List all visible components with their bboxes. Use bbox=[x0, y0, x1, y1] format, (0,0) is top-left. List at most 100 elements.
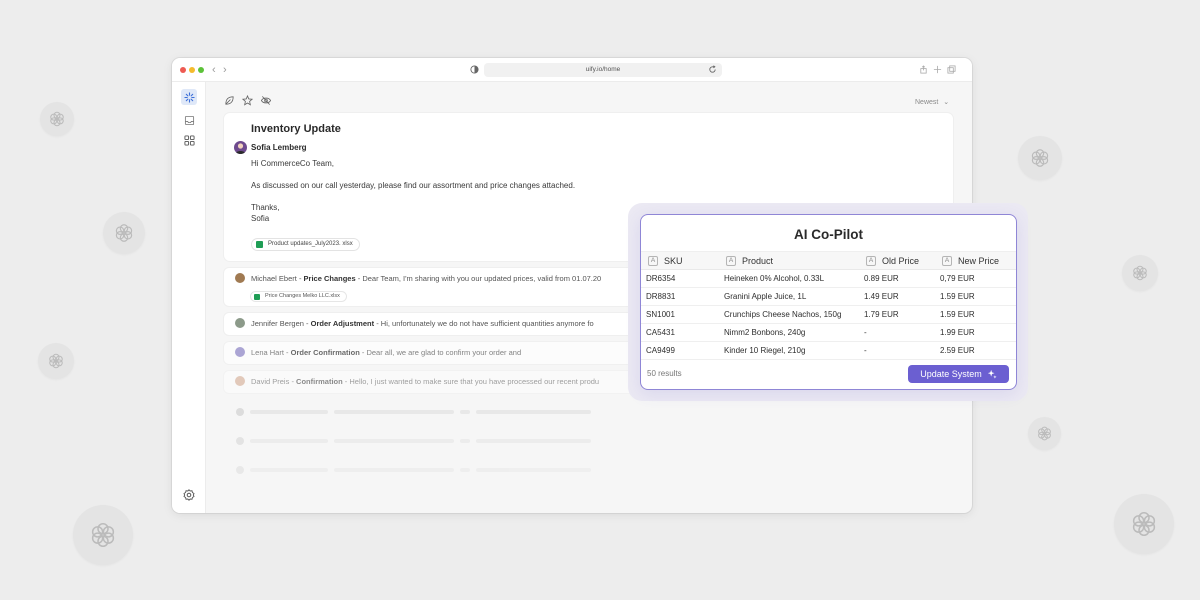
column-header-product[interactable]: A Product bbox=[726, 256, 773, 266]
email-preview: Jennifer Bergen - Order Adjustment - Hi,… bbox=[251, 319, 594, 328]
loading-placeholder-row bbox=[234, 408, 634, 416]
address-bar[interactable]: uify.io/home bbox=[484, 63, 722, 77]
sparkles-icon bbox=[987, 369, 997, 379]
email-subject: Inventory Update bbox=[251, 123, 341, 135]
email-signature: Sofia bbox=[251, 214, 270, 223]
text-column-icon: A bbox=[942, 256, 952, 266]
star-icon[interactable] bbox=[242, 95, 253, 106]
swirl-logo-icon bbox=[115, 224, 133, 242]
inbox-icon bbox=[184, 115, 194, 125]
cell-sku: CA9499 bbox=[646, 346, 675, 355]
sidebar-item-apps[interactable] bbox=[181, 132, 197, 148]
close-window-dot[interactable] bbox=[180, 67, 186, 73]
cell-old-price: 1.79 EUR bbox=[864, 310, 899, 319]
back-icon[interactable]: ‹ bbox=[212, 64, 216, 76]
email-sender: Sofia Lemberg bbox=[251, 143, 307, 152]
cell-new-price: 1.99 EUR bbox=[940, 328, 975, 337]
update-system-button[interactable]: Update System bbox=[908, 365, 1009, 383]
browser-titlebar: ‹ › uify.io/home bbox=[172, 58, 972, 82]
cell-old-price: - bbox=[864, 346, 867, 355]
maximize-window-dot[interactable] bbox=[198, 67, 204, 73]
cell-new-price: 2.59 EUR bbox=[940, 346, 975, 355]
hide-icon[interactable] bbox=[260, 95, 272, 106]
column-header-old-price[interactable]: A Old Price bbox=[866, 256, 919, 266]
text-column-icon: A bbox=[648, 256, 658, 266]
cell-new-price: 1.59 EUR bbox=[940, 292, 975, 301]
attachment-name: Price Changes Melko LLC.xlsx bbox=[265, 293, 340, 299]
sparkle-logo-icon bbox=[183, 91, 195, 103]
swirl-logo-icon bbox=[1038, 426, 1051, 441]
cell-sku: DR8831 bbox=[646, 292, 676, 301]
loading-placeholder-row bbox=[234, 466, 634, 474]
share-icon[interactable] bbox=[919, 65, 928, 74]
forward-icon[interactable]: › bbox=[223, 64, 227, 76]
privacy-shield-icon[interactable] bbox=[470, 65, 479, 74]
cell-old-price: - bbox=[864, 328, 867, 337]
avatar bbox=[235, 347, 245, 357]
cell-sku: DR6354 bbox=[646, 274, 676, 283]
avatar bbox=[235, 318, 245, 328]
avatar bbox=[234, 141, 247, 154]
reload-icon[interactable] bbox=[708, 65, 717, 74]
email-signoff: Thanks, bbox=[251, 203, 280, 212]
cell-sku: CA5431 bbox=[646, 328, 675, 337]
avatar bbox=[235, 376, 245, 386]
decorative-bubble bbox=[1114, 494, 1174, 554]
email-body: As discussed on our call yesterday, plea… bbox=[251, 181, 576, 190]
decorative-bubble bbox=[73, 505, 133, 565]
excel-file-icon bbox=[254, 293, 260, 300]
copilot-title: AI Co-Pilot bbox=[794, 227, 863, 242]
table-row[interactable]: DR8831 Granini Apple Juice, 1L 1.49 EUR … bbox=[641, 288, 1016, 306]
cell-new-price: 1.59 EUR bbox=[940, 310, 975, 319]
mail-toolbar bbox=[224, 95, 272, 106]
decorative-bubble bbox=[40, 102, 74, 136]
text-column-icon: A bbox=[726, 256, 736, 266]
price-table: A SKU A Product A Old Price A New Price … bbox=[641, 251, 1016, 360]
column-header-new-price[interactable]: A New Price bbox=[942, 256, 999, 266]
loading-placeholder-row bbox=[234, 437, 634, 445]
swirl-logo-icon bbox=[1031, 149, 1049, 167]
decorative-bubble bbox=[1018, 136, 1062, 180]
chevron-down-icon: ⌄ bbox=[943, 99, 950, 106]
table-row[interactable]: SN1001 Crunchips Cheese Nachos, 150g 1.7… bbox=[641, 306, 1016, 324]
text-column-icon: A bbox=[866, 256, 876, 266]
sidebar-item-settings[interactable] bbox=[181, 487, 197, 503]
swirl-logo-icon bbox=[1133, 265, 1147, 281]
ai-copilot-panel: AI Co-Pilot A SKU A Product A Old Price … bbox=[640, 214, 1017, 390]
sort-label: Newest bbox=[915, 99, 939, 106]
cell-old-price: 1.49 EUR bbox=[864, 292, 899, 301]
email-greeting: Hi CommerceCo Team, bbox=[251, 159, 334, 168]
excel-file-icon bbox=[256, 241, 263, 248]
table-row[interactable]: DR6354 Heineken 0% Alcohol, 0.33L 0.89 E… bbox=[641, 270, 1016, 288]
cell-product: Nimm2 Bonbons, 240g bbox=[724, 328, 806, 337]
cell-product: Kinder 10 Riegel, 210g bbox=[724, 346, 806, 355]
swirl-logo-icon bbox=[50, 111, 64, 127]
cell-old-price: 0.89 EUR bbox=[864, 274, 899, 283]
attachment-chip[interactable]: Price Changes Melko LLC.xlsx bbox=[250, 291, 347, 302]
attachment-name: Product updates_July2023. xlsx bbox=[268, 241, 353, 247]
decorative-bubble bbox=[1028, 417, 1061, 450]
swirl-logo-icon bbox=[49, 353, 63, 369]
attachment-chip[interactable]: Product updates_July2023. xlsx bbox=[251, 238, 360, 251]
gear-icon bbox=[183, 489, 195, 501]
column-header-sku[interactable]: A SKU bbox=[648, 256, 683, 266]
sidebar-item-home[interactable] bbox=[181, 89, 197, 105]
results-count: 50 results bbox=[647, 369, 682, 378]
avatar bbox=[235, 273, 245, 283]
email-preview: Michael Ebert - Price Changes - Dear Tea… bbox=[251, 274, 602, 283]
tabs-overview-icon[interactable] bbox=[947, 65, 956, 74]
grid-icon bbox=[183, 134, 195, 146]
cell-product: Granini Apple Juice, 1L bbox=[724, 292, 807, 301]
minimize-window-dot[interactable] bbox=[189, 67, 195, 73]
new-tab-icon[interactable] bbox=[933, 65, 942, 74]
email-preview: David Preis - Confirmation - Hello, I ju… bbox=[251, 377, 600, 386]
swirl-logo-icon bbox=[91, 523, 115, 547]
email-preview: Lena Hart - Order Confirmation - Dear al… bbox=[251, 348, 522, 357]
sidebar-item-inbox[interactable] bbox=[181, 112, 197, 128]
table-row[interactable]: CA9499 Kinder 10 Riegel, 210g - 2.59 EUR bbox=[641, 342, 1016, 360]
leaf-icon[interactable] bbox=[224, 95, 235, 106]
sort-dropdown[interactable]: Newest ⌄ bbox=[915, 98, 949, 106]
decorative-bubble bbox=[38, 343, 74, 379]
table-row[interactable]: CA5431 Nimm2 Bonbons, 240g - 1.99 EUR bbox=[641, 324, 1016, 342]
cell-sku: SN1001 bbox=[646, 310, 675, 319]
